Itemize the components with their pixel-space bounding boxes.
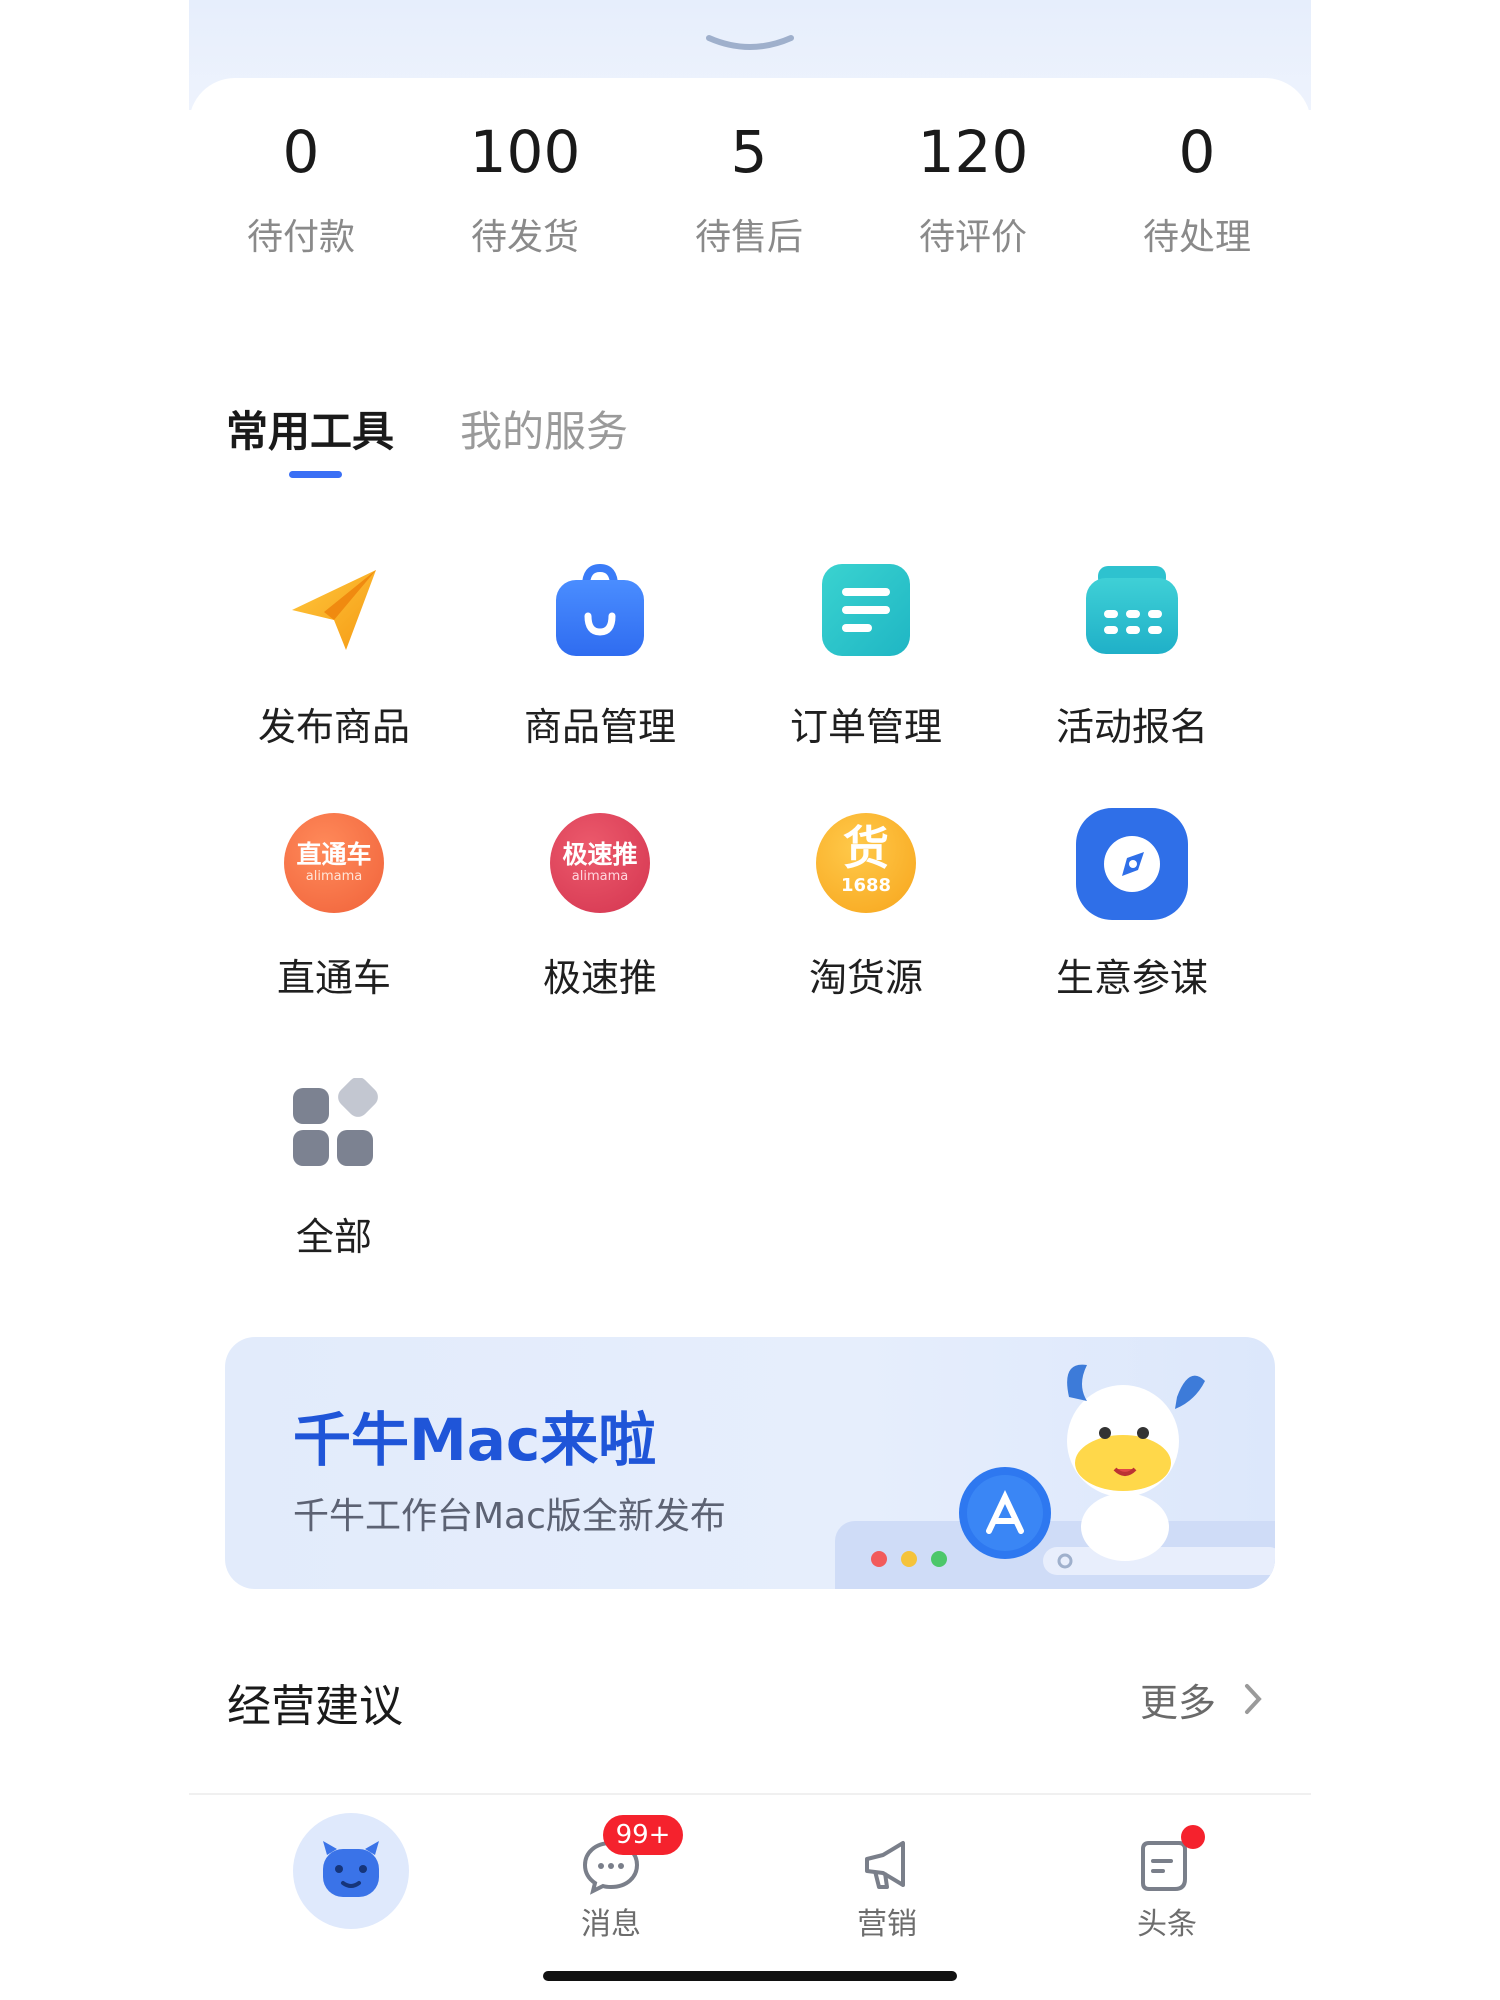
banner-subtitle: 千牛工作台Mac版全新发布	[293, 1496, 726, 1537]
stat-value: 100	[469, 118, 581, 186]
megaphone-icon	[865, 1841, 905, 1889]
jst-logo-text: 极速推	[562, 840, 638, 869]
stat-pending-payment[interactable]: 0 待付款	[189, 104, 413, 260]
tool-product-management[interactable]: 商品管理	[467, 560, 733, 760]
nav-home[interactable]	[271, 1813, 431, 1931]
tool-order-management[interactable]: 订单管理	[733, 560, 999, 760]
all-apps-icon	[293, 1078, 378, 1166]
tool-business-advisor[interactable]: 生意参谋	[999, 808, 1265, 1013]
tab-common-tools[interactable]: 常用工具	[226, 402, 394, 462]
stat-pending-shipment[interactable]: 100 待发货	[413, 104, 637, 260]
stat-pending-review[interactable]: 120 待评价	[861, 104, 1085, 260]
suggestions-title: 经营建议	[227, 1681, 403, 1732]
tool-label: 全部	[295, 1215, 372, 1259]
jst-logo-icon: 极速推 alimama	[550, 813, 650, 913]
more-link[interactable]: 更多	[1140, 1672, 1216, 1727]
stat-value: 0	[1178, 118, 1216, 186]
thy-logo-text: 货	[843, 821, 889, 875]
paper-plane-icon	[292, 570, 376, 650]
stat-label: 待评价	[918, 217, 1027, 258]
promo-banner[interactable]: 千牛Mac来啦 千牛工作台Mac版全新发布	[225, 1337, 1275, 1589]
document-list-icon	[822, 564, 910, 656]
shopping-bag-icon	[556, 563, 644, 656]
nav-label: 营销	[857, 1907, 917, 1942]
bottom-navigation: 99+ 消息 营销 头条	[189, 1793, 1311, 2000]
tool-label: 活动报名	[1055, 705, 1208, 749]
message-count-badge: 99+	[603, 1815, 683, 1855]
tool-label: 极速推	[542, 956, 657, 1000]
banner-title: 千牛Mac来啦	[293, 1406, 657, 1474]
cow-mascot-icon	[293, 1813, 409, 1929]
tab-my-services[interactable]: 我的服务	[460, 402, 628, 462]
nav-marketing[interactable]: 营销	[807, 1815, 967, 1942]
tool-event-signup[interactable]: 活动报名	[999, 560, 1265, 760]
tool-publish-product[interactable]: 发布商品	[201, 560, 467, 760]
stat-pending-processing[interactable]: 0 待处理	[1085, 104, 1309, 260]
tool-label: 订单管理	[789, 705, 942, 749]
app-screen: 0 待付款 100 待发货 5 待售后 120 待评价 0 待处理 常用工具 我…	[189, 0, 1311, 2000]
stat-value: 0	[282, 118, 320, 186]
stat-label: 待处理	[1142, 217, 1251, 258]
stat-label: 待发货	[470, 217, 579, 258]
calendar-icon	[1086, 566, 1178, 654]
active-tab-indicator	[289, 471, 342, 478]
ztc-logo-sub: alimama	[305, 869, 363, 884]
news-icon	[1141, 1841, 1187, 1891]
stat-value: 5	[730, 118, 768, 186]
jst-logo-sub: alimama	[571, 869, 629, 884]
chevron-right-icon[interactable]	[1243, 1682, 1263, 1716]
nav-messages[interactable]: 99+ 消息	[531, 1815, 691, 1942]
ztc-logo-text: 直通车	[296, 840, 372, 869]
tool-jisutui[interactable]: 极速推 alimama 极速推	[467, 813, 733, 1013]
nav-headlines[interactable]: 头条	[1087, 1815, 1247, 1942]
tool-label: 淘货源	[808, 956, 923, 1000]
tool-all[interactable]: 全部	[201, 1078, 467, 1268]
unread-dot	[1181, 1825, 1205, 1849]
nav-label: 头条	[1137, 1907, 1197, 1942]
mac-app-illustration	[835, 1364, 1275, 1589]
tool-label: 发布商品	[257, 705, 410, 749]
compass-icon	[1076, 808, 1188, 920]
tool-taohuoyuan[interactable]: 货 1688 淘货源	[733, 813, 999, 1013]
ztc-logo-icon: 直通车 alimama	[284, 813, 384, 913]
stat-value: 120	[917, 118, 1029, 186]
tool-zhitongche[interactable]: 直通车 alimama 直通车	[201, 813, 467, 1013]
home-indicator	[543, 1971, 957, 1981]
tool-label: 生意参谋	[1055, 956, 1208, 1000]
stat-label: 待售后	[694, 217, 803, 258]
stat-pending-aftersale[interactable]: 5 待售后	[637, 104, 861, 260]
thy-logo-icon: 货 1688	[816, 813, 916, 913]
tool-label: 商品管理	[523, 705, 676, 749]
tool-label: 直通车	[276, 956, 391, 1000]
collapse-chevron-icon[interactable]	[703, 32, 797, 56]
stat-label: 待付款	[246, 217, 355, 258]
thy-logo-sub: 1688	[840, 875, 892, 896]
nav-label: 消息	[581, 1907, 641, 1942]
